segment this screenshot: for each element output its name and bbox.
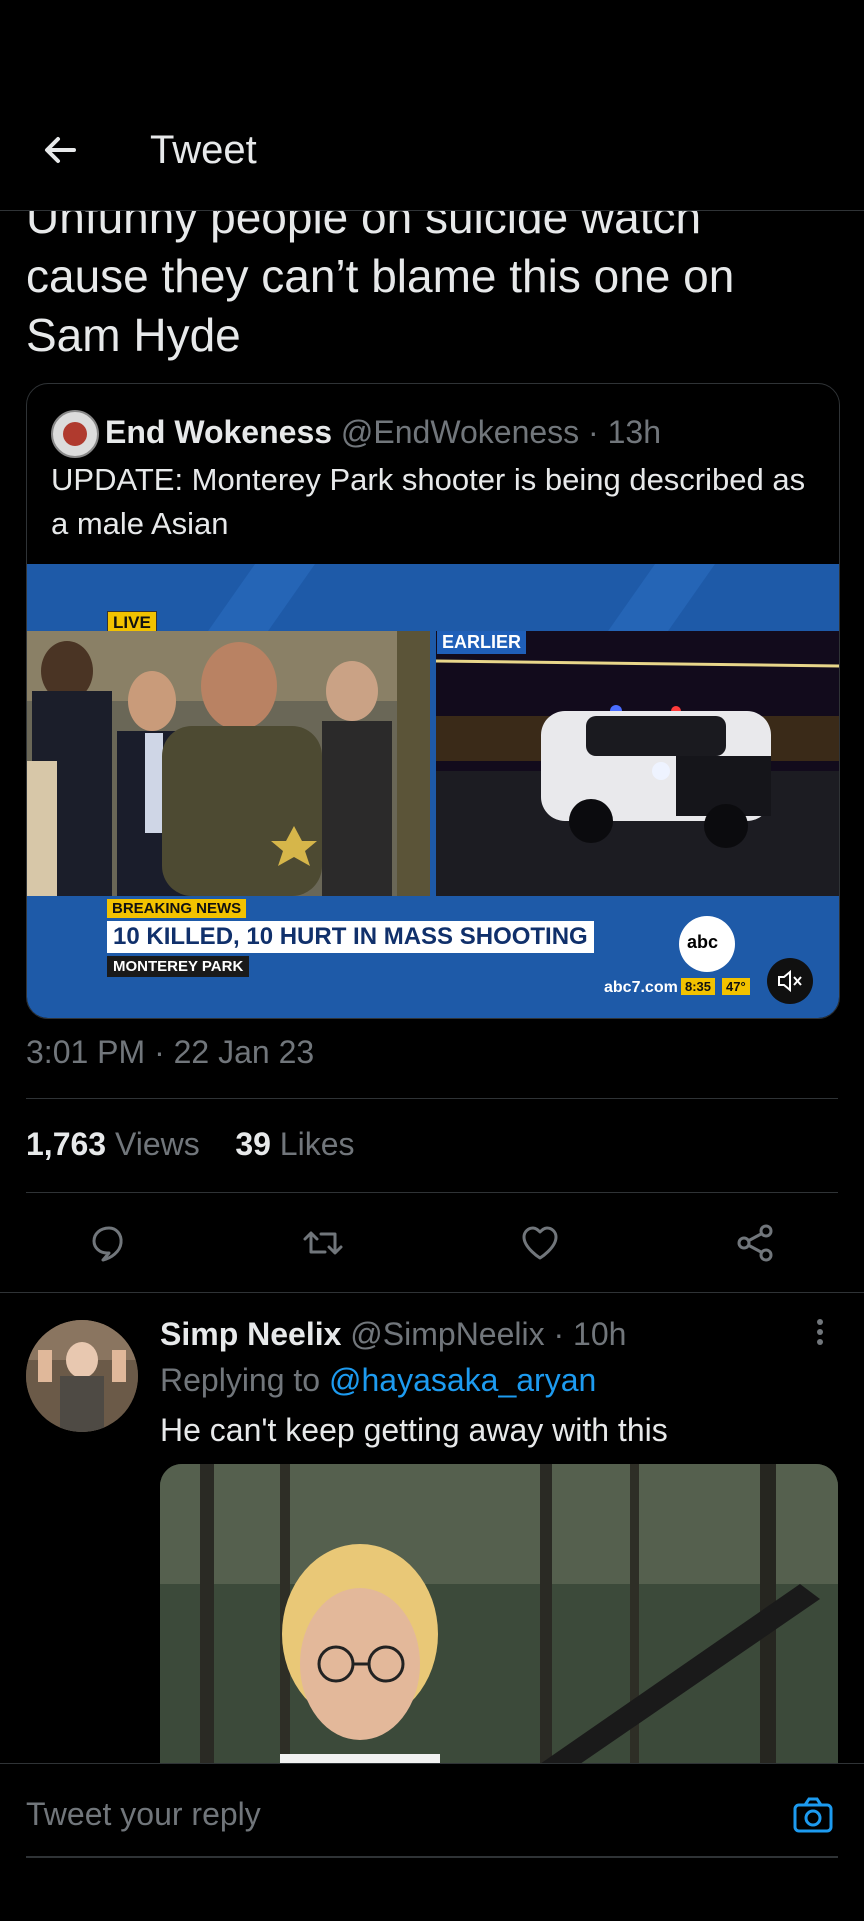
earlier-badge: EARLIER xyxy=(437,631,527,654)
police-car-image xyxy=(436,631,839,896)
quoted-tweet-text: UPDATE: Monterey Park shooter is being d… xyxy=(51,462,806,541)
share-icon[interactable] xyxy=(730,1218,780,1268)
retweet-icon[interactable] xyxy=(298,1218,348,1268)
press-conference-image xyxy=(27,631,430,896)
reply-input[interactable]: Tweet your reply xyxy=(26,1796,261,1833)
reply-icon[interactable] xyxy=(84,1218,134,1268)
reply-author-handle[interactable]: @SimpNeelix xyxy=(350,1316,544,1352)
reply-text: He can't keep getting away with this xyxy=(160,1412,668,1448)
broadcast-temperature: 47° xyxy=(722,978,750,995)
reply-author-avatar[interactable] xyxy=(26,1320,138,1432)
replying-to-label: Replying to xyxy=(160,1362,321,1398)
divider xyxy=(26,1098,838,1099)
quoted-tweet-card[interactable]: End Wokeness @EndWokeness · 13h UPDATE: … xyxy=(26,383,840,1019)
quoted-tweet-video[interactable]: LIVE EARLIER BREAKING NEWS 10 KILLED, 10… xyxy=(27,564,839,1018)
likes-count[interactable]: 39 xyxy=(235,1126,271,1162)
input-underline xyxy=(26,1856,838,1858)
news-location: MONTEREY PARK xyxy=(107,956,250,977)
separator-dot: · xyxy=(553,1316,565,1352)
likes-label[interactable]: Likes xyxy=(280,1126,355,1162)
views-label: Views xyxy=(114,1126,200,1162)
camera-icon[interactable] xyxy=(790,1792,836,1838)
quoted-author-name[interactable]: End Wokeness xyxy=(105,414,332,450)
abc7-logo-text: abc xyxy=(687,932,719,952)
tweet-stats: 1,763 Views 39 Likes xyxy=(26,1126,355,1163)
mute-icon[interactable] xyxy=(767,958,813,1004)
views-count: 1,763 xyxy=(26,1126,107,1162)
tweet-text: Unfunny people on suicide watch cause th… xyxy=(26,191,735,361)
reply-time: 10h xyxy=(573,1316,627,1352)
page-title: Tweet xyxy=(150,128,257,172)
divider xyxy=(0,1292,864,1293)
reply-compose-bar: Tweet your reply xyxy=(0,1763,864,1921)
replying-to-handle-link[interactable]: @hayasaka_aryan xyxy=(329,1362,596,1398)
quoted-author-avatar[interactable] xyxy=(51,410,99,458)
top-app-bar: Tweet xyxy=(0,0,864,211)
reply-image[interactable] xyxy=(160,1464,838,1764)
abc7-logo: abc xyxy=(679,916,735,972)
back-arrow-icon[interactable] xyxy=(38,128,82,172)
breaking-news-label: BREAKING NEWS xyxy=(107,899,247,918)
like-heart-icon[interactable] xyxy=(515,1218,565,1268)
reply-header: Simp Neelix @SimpNeelix · 10h xyxy=(160,1312,626,1356)
quoted-tweet-time: 13h xyxy=(607,414,661,450)
divider xyxy=(26,1192,838,1193)
abc7-url: abc7.com xyxy=(604,979,678,996)
reply-author-name[interactable]: Simp Neelix xyxy=(160,1316,341,1352)
quoted-author-handle[interactable]: @EndWokeness xyxy=(341,414,579,450)
quoted-tweet-header: End Wokeness @EndWokeness · 13h xyxy=(105,410,661,454)
more-options-icon[interactable] xyxy=(808,1316,832,1348)
tweet-timestamp: 3:01 PM · 22 Jan 23 xyxy=(26,1034,315,1070)
news-headline: 10 KILLED, 10 HURT IN MASS SHOOTING xyxy=(107,921,594,953)
broadcast-clock: 8:35 xyxy=(681,978,716,995)
separator-dot: · xyxy=(588,414,599,450)
replying-to-line: Replying to @hayasaka_aryan xyxy=(160,1358,596,1402)
